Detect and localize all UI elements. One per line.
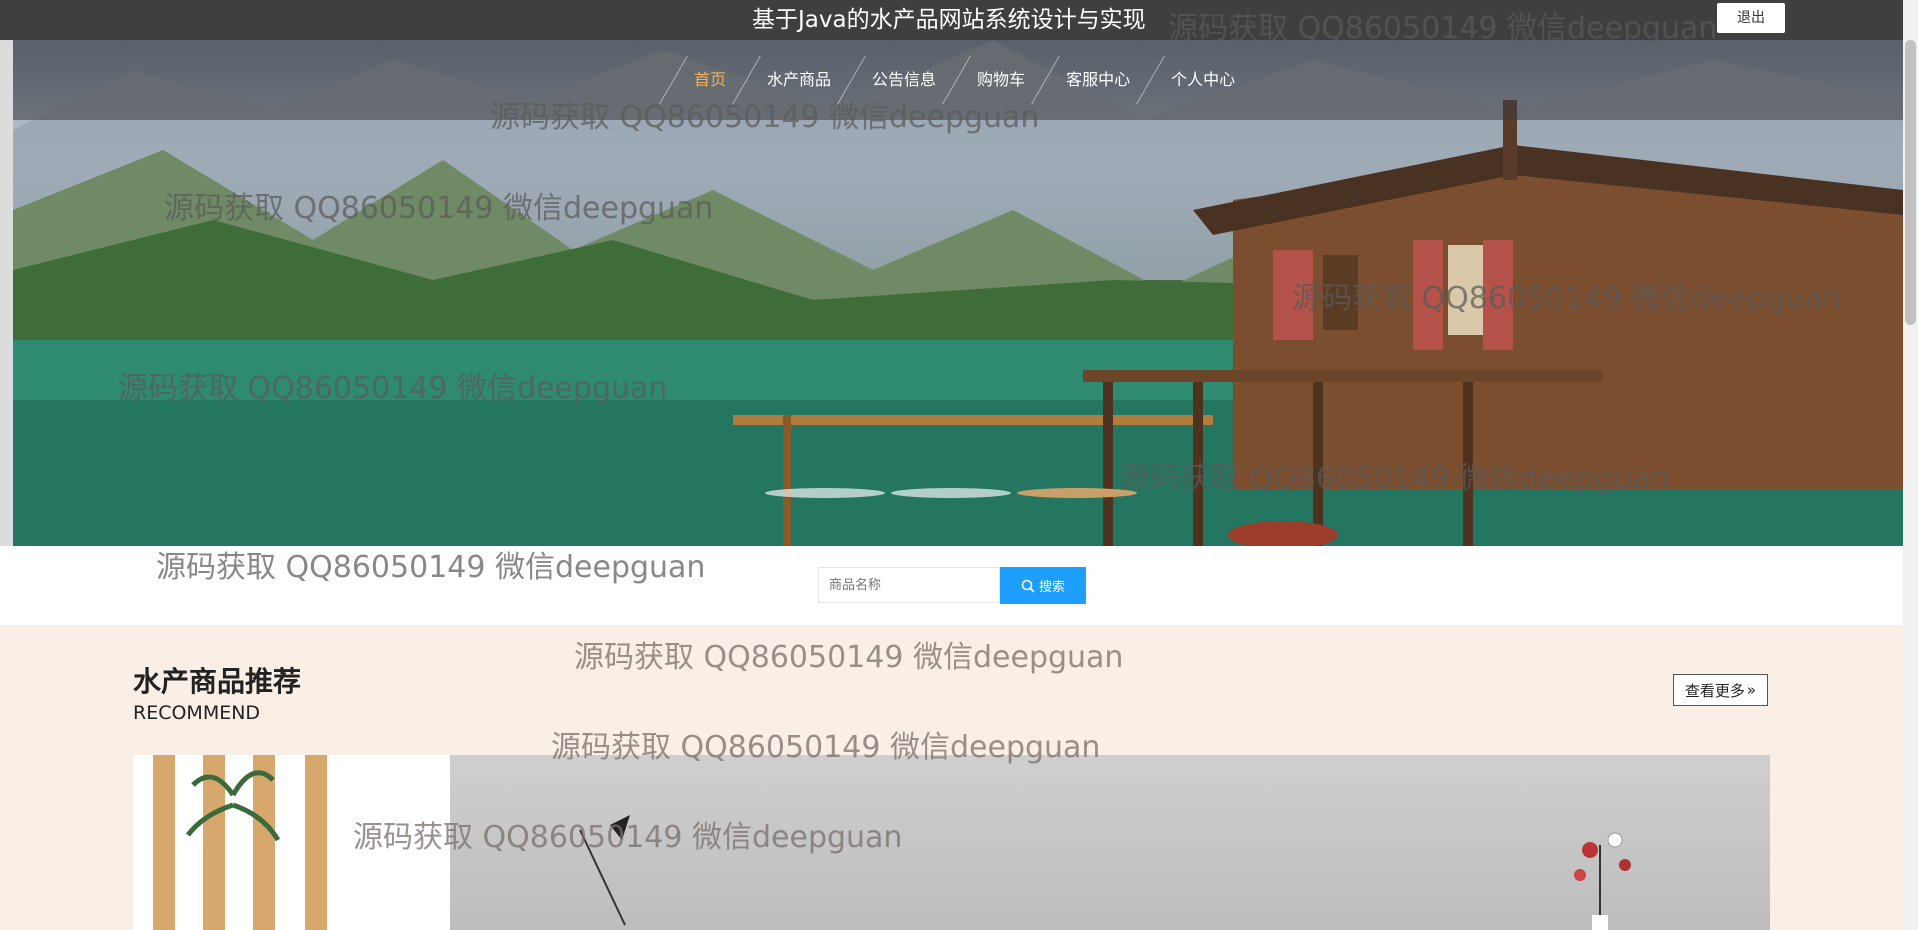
nav-bar: 首页 水产商品 公告信息 购物车 客服中心 个人中心	[13, 40, 1903, 120]
carousel-dot-1[interactable]	[765, 488, 885, 498]
carousel-dot-2[interactable]	[891, 488, 1011, 498]
search-button[interactable]: 搜索	[1000, 567, 1086, 604]
carousel-indicators	[765, 488, 1137, 498]
double-chevron-right-icon: »	[1746, 681, 1757, 699]
main-nav: 首页 水产商品 公告信息 购物车 客服中心 个人中心	[659, 40, 1255, 120]
section-title: 水产商品推荐	[133, 665, 302, 698]
logout-button[interactable]: 退出	[1717, 3, 1785, 33]
hero-banner: 首页 水产商品 公告信息 购物车 客服中心 个人中心	[13, 40, 1903, 546]
page-scrollbar[interactable]	[1903, 0, 1918, 930]
nav-item-cart[interactable]: 购物车	[957, 40, 1045, 120]
scrollbar-thumb[interactable]	[1905, 40, 1916, 325]
view-more-label: 查看更多	[1684, 681, 1745, 700]
product-image[interactable]	[133, 755, 450, 930]
product-banner-graphic	[579, 815, 1631, 930]
nav-item-service[interactable]: 客服中心	[1046, 40, 1150, 120]
left-gutter	[0, 40, 13, 546]
view-more-button[interactable]: 查看更多 »	[1673, 674, 1768, 706]
product-image-graphic	[133, 755, 450, 930]
search-icon	[1021, 579, 1035, 593]
nav-item-products[interactable]: 水产商品	[747, 40, 851, 120]
product-banner-image[interactable]	[450, 755, 1770, 930]
site-title: 基于Java的水产品网站系统设计与实现	[752, 7, 1146, 33]
section-subtitle: RECOMMEND	[133, 702, 261, 724]
nav-item-announcements[interactable]: 公告信息	[852, 40, 956, 120]
nav-item-profile[interactable]: 个人中心	[1151, 40, 1255, 120]
nav-item-home[interactable]: 首页	[674, 40, 746, 120]
top-bar: 基于Java的水产品网站系统设计与实现 退出	[0, 0, 1918, 40]
search-button-label: 搜索	[1038, 580, 1065, 595]
search-input[interactable]	[818, 567, 1000, 603]
carousel-dot-3[interactable]	[1017, 488, 1137, 498]
